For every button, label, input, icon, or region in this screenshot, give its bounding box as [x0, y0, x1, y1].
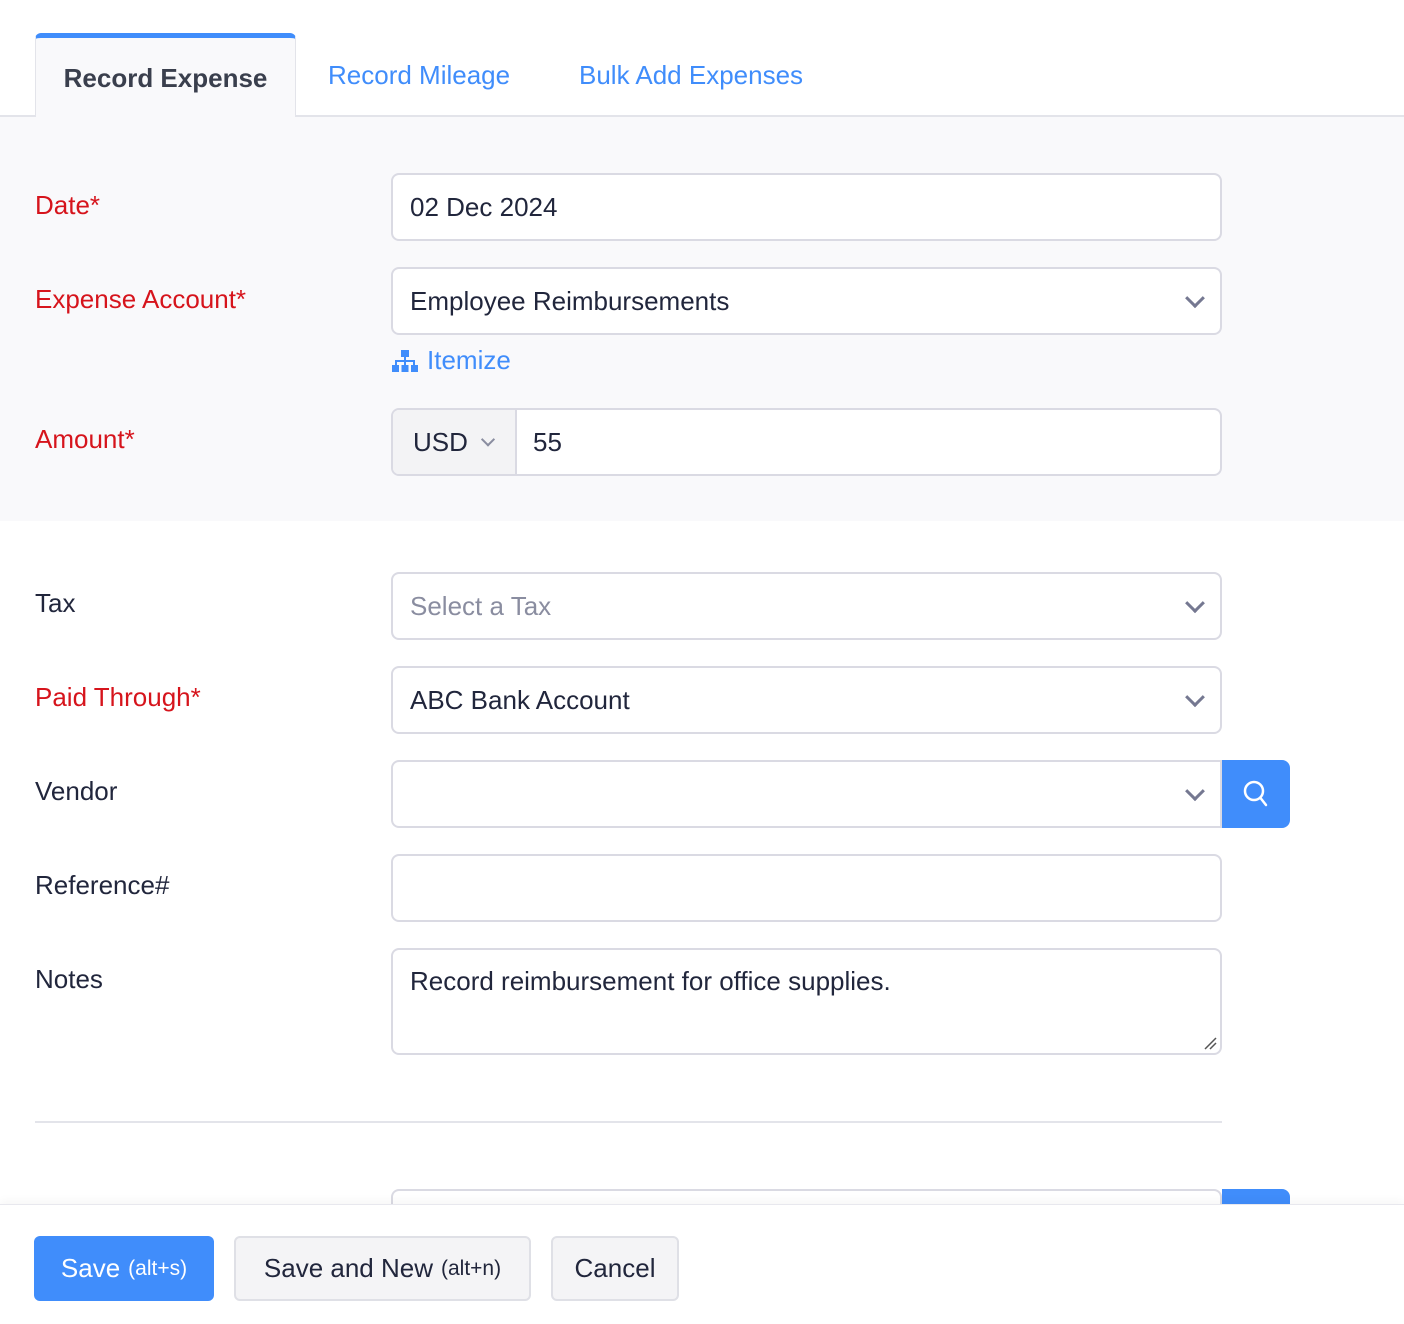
date-value: 02 Dec 2024	[410, 191, 558, 222]
paid-through-select[interactable]: ABC Bank Account	[391, 666, 1222, 734]
expense-account-label: Expense Account*	[35, 284, 247, 314]
tab-record-expense[interactable]: Record Expense	[35, 33, 296, 119]
reference-label: Reference#	[35, 870, 170, 900]
save-button[interactable]: Save (alt+s)	[34, 1236, 214, 1301]
vendor-search-button[interactable]	[1222, 760, 1290, 828]
search-icon	[1243, 780, 1268, 807]
save-shortcut: (alt+s)	[128, 1256, 188, 1280]
tax-label: Tax	[35, 588, 76, 618]
amount-group: USD 55	[391, 408, 1222, 476]
tax-select[interactable]: Select a Tax	[391, 572, 1222, 640]
chevron-down-icon	[1185, 288, 1205, 309]
footer-actions: Save (alt+s) Save and New (alt+n) Cancel	[0, 1204, 1404, 1324]
currency-value: USD	[413, 426, 468, 457]
save-and-new-label: Save and New	[263, 1253, 433, 1283]
tab-bar: Record Expense Record Mileage Bulk Add E…	[0, 0, 1404, 119]
tab-record-mileage[interactable]: Record Mileage	[328, 34, 510, 117]
currency-select[interactable]: USD	[393, 410, 517, 474]
save-label: Save	[60, 1253, 121, 1283]
date-label: Date*	[35, 190, 101, 220]
expense-account-select[interactable]: Employee Reimbursements	[391, 267, 1222, 335]
paid-through-label: Paid Through*	[35, 682, 201, 712]
vendor-label: Vendor	[35, 776, 118, 806]
itemize-label: Itemize	[427, 345, 511, 375]
reference-input[interactable]	[391, 854, 1222, 922]
paid-through-value: ABC Bank Account	[410, 684, 630, 715]
chevron-down-icon	[1185, 593, 1205, 614]
amount-input[interactable]: 55	[517, 410, 1220, 474]
vendor-select[interactable]	[391, 760, 1222, 828]
date-field[interactable]: 02 Dec 2024	[391, 173, 1222, 241]
save-and-new-shortcut: (alt+n)	[441, 1256, 502, 1280]
amount-value: 55	[533, 426, 562, 457]
itemize-link[interactable]: Itemize	[391, 345, 511, 376]
chevron-down-icon	[1185, 781, 1205, 802]
notes-textarea[interactable]: Record reimbursement for office supplies…	[391, 948, 1222, 1055]
expense-account-value: Employee Reimbursements	[410, 285, 730, 316]
cancel-button[interactable]: Cancel	[551, 1236, 679, 1301]
amount-label: Amount*	[35, 424, 135, 454]
cancel-label: Cancel	[574, 1253, 656, 1283]
tax-placeholder: Select a Tax	[410, 590, 552, 621]
hierarchy-icon	[392, 349, 418, 372]
notes-value: Record reimbursement for office supplies…	[410, 966, 891, 996]
chevron-down-icon	[480, 432, 496, 447]
notes-label: Notes	[35, 964, 103, 994]
chevron-down-icon	[1185, 687, 1205, 708]
save-and-new-button[interactable]: Save and New (alt+n)	[234, 1236, 531, 1301]
resize-handle-icon[interactable]	[1203, 1036, 1217, 1050]
section-divider	[35, 1121, 1222, 1123]
tab-bulk-add-expenses[interactable]: Bulk Add Expenses	[579, 34, 803, 117]
